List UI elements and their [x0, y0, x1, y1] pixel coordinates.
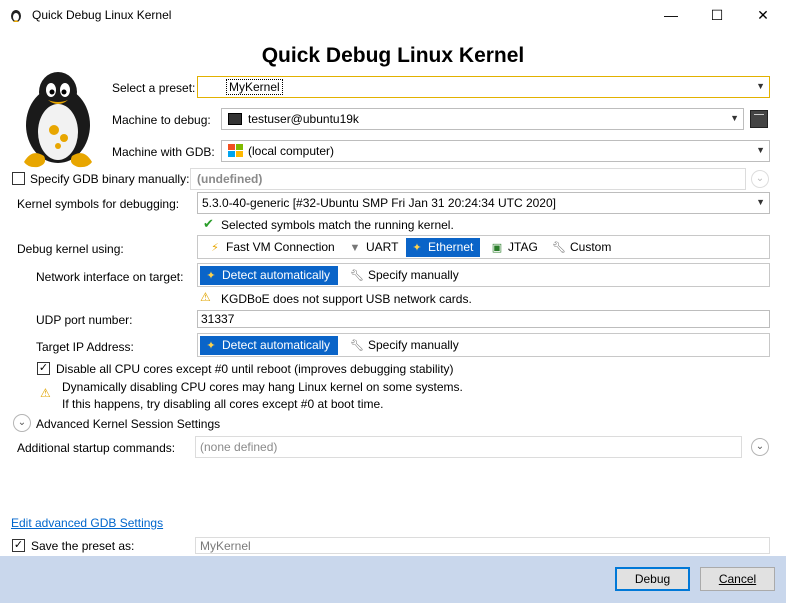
network-selector: ✦ Detect automatically 🔧︎ Specify manually: [197, 263, 770, 287]
symbols-value: 5.3.0-40-generic [#32-Ubuntu SMP Fri Jan…: [202, 196, 556, 210]
option-jtag-label: JTAG: [508, 240, 538, 254]
machine-label: Machine to debug:: [112, 113, 211, 127]
save-preset-label: Save the preset as:: [31, 539, 135, 553]
gdb-binary-label: Specify GDB binary manually:: [30, 172, 190, 186]
save-preset-value: MyKernel: [200, 539, 251, 553]
chevron-down-icon: ▼: [756, 81, 765, 91]
open-terminal-button[interactable]: [750, 110, 768, 128]
save-preset-input[interactable]: MyKernel: [195, 537, 770, 554]
preset-label: Select a preset:: [112, 81, 196, 95]
symbols-combo[interactable]: 5.3.0-40-generic [#32-Ubuntu SMP Fri Jan…: [197, 192, 770, 214]
startup-commands-field: (none defined): [195, 436, 742, 458]
symbols-status: Selected symbols match the running kerne…: [221, 218, 454, 232]
advanced-expand-button[interactable]: ⌄: [13, 414, 31, 432]
option-custom[interactable]: 🔧︎ Custom: [548, 238, 615, 257]
symbols-label: Kernel symbols for debugging:: [17, 197, 180, 211]
page-title: Quick Debug Linux Kernel: [261, 44, 525, 67]
ip-detect-option[interactable]: ✦ Detect automatically: [200, 336, 338, 355]
cores-warning-line2: If this happens, try disabling all cores…: [62, 397, 384, 411]
checkmark-icon: ✔: [203, 216, 214, 231]
wrench-icon: 🔧︎: [350, 340, 364, 352]
option-fast-vm-label: Fast VM Connection: [226, 240, 335, 254]
udp-port-input[interactable]: 31337: [197, 310, 770, 328]
edit-gdb-settings-link[interactable]: Edit advanced GDB Settings: [11, 516, 163, 530]
windows-logo-icon: [228, 144, 243, 157]
option-ethernet[interactable]: ✦ Ethernet: [406, 238, 480, 257]
debug-using-label: Debug kernel using:: [17, 242, 124, 256]
chevron-down-icon: ⌄: [17, 417, 27, 428]
option-uart-label: UART: [366, 240, 399, 254]
warning-icon: ⚠: [200, 290, 211, 304]
terminal-icon: [228, 113, 242, 125]
startup-label: Additional startup commands:: [17, 441, 176, 455]
chevron-down-icon: ▼: [756, 197, 765, 207]
debug-method-selector: ⚡ Fast VM Connection ▼ UART ✦ Ethernet ▣ JTA…: [197, 235, 770, 259]
wrench-icon: 🔧︎: [552, 242, 566, 254]
preset-value: MyKernel: [226, 79, 283, 95]
magic-wand-icon: ✦: [206, 270, 216, 282]
title-bar: Quick Debug Linux Kernel — ☐ ✕: [0, 0, 786, 31]
gdb-binary-checkbox[interactable]: [12, 172, 25, 185]
app-icon: [11, 10, 21, 22]
advanced-label[interactable]: Advanced Kernel Session Settings: [36, 417, 220, 431]
ip-manual-option[interactable]: 🔧︎ Specify manually: [346, 336, 463, 355]
gdb-machine-combo[interactable]: (local computer) ▼: [221, 140, 770, 162]
ethernet-icon: ✦: [412, 242, 422, 254]
wrench-icon: 🔧︎: [350, 270, 364, 282]
cores-warning-line1: Dynamically disabling CPU cores may hang…: [62, 380, 463, 394]
machine-value: testuser@ubuntu19k: [248, 112, 359, 126]
target-ip-selector: ✦ Detect automatically 🔧︎ Specify manually: [197, 333, 770, 357]
chevron-down-icon: ⌄: [755, 173, 765, 184]
minimize-button[interactable]: —: [648, 0, 694, 31]
udp-port-value: 31337: [201, 312, 235, 326]
network-warning: KGDBoE does not support USB network card…: [221, 292, 472, 306]
machine-combo[interactable]: testuser@ubuntu19k ▼: [221, 108, 744, 130]
option-uart[interactable]: ▼ UART: [344, 238, 402, 257]
gdb-binary-field: (undefined): [190, 168, 746, 190]
gdb-machine-value: (local computer): [248, 144, 335, 158]
gdb-binary-value: (undefined): [197, 172, 263, 186]
warning-icon: ⚠: [40, 386, 51, 400]
startup-value: (none defined): [200, 440, 278, 454]
chevron-down-icon: ▼: [730, 113, 739, 123]
ip-manual-label: Specify manually: [368, 338, 459, 352]
ip-detect-label: Detect automatically: [222, 338, 331, 352]
chevron-down-icon: ▼: [756, 145, 765, 155]
disable-cores-checkbox[interactable]: ✓: [37, 362, 50, 375]
uart-icon: ▼: [349, 242, 361, 254]
chevron-down-icon: ⌄: [755, 441, 765, 452]
preset-combo[interactable]: MyKernel ▼: [197, 76, 770, 98]
network-detect-label: Detect automatically: [222, 268, 331, 282]
save-preset-checkbox[interactable]: ✓: [12, 539, 25, 552]
chip-icon: ▣: [491, 242, 503, 254]
lightning-icon: ⚡: [211, 242, 219, 254]
terminal-icon: [754, 114, 764, 115]
close-button[interactable]: ✕: [740, 0, 786, 31]
tux-logo-icon: [24, 72, 92, 168]
target-ip-label: Target IP Address:: [36, 340, 134, 354]
network-detect-option[interactable]: ✦ Detect automatically: [200, 266, 338, 285]
debug-button[interactable]: Debug: [615, 567, 690, 591]
network-manual-label: Specify manually: [368, 268, 459, 282]
disable-cores-label: Disable all CPU cores except #0 until re…: [56, 362, 454, 376]
window-title: Quick Debug Linux Kernel: [32, 8, 172, 22]
udp-label: UDP port number:: [36, 313, 133, 327]
startup-expand-button[interactable]: ⌄: [751, 438, 769, 456]
network-label: Network interface on target:: [36, 270, 184, 284]
gdb-binary-expand-button[interactable]: ⌄: [751, 170, 769, 188]
network-manual-option[interactable]: 🔧︎ Specify manually: [346, 266, 463, 285]
option-jtag[interactable]: ▣ JTAG: [486, 238, 542, 257]
magic-wand-icon: ✦: [206, 340, 216, 352]
maximize-button[interactable]: ☐: [694, 0, 740, 31]
option-ethernet-label: Ethernet: [428, 240, 474, 254]
gdb-machine-label: Machine with GDB:: [112, 145, 215, 159]
option-custom-label: Custom: [570, 240, 612, 254]
cancel-button[interactable]: Cancel: [700, 567, 775, 591]
option-fast-vm[interactable]: ⚡ Fast VM Connection: [204, 238, 339, 257]
